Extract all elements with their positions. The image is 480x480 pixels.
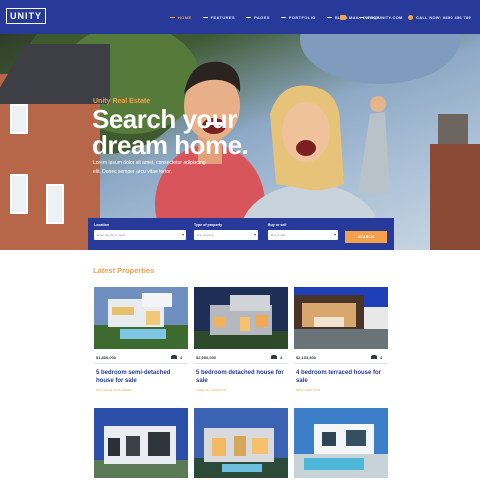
field-label: Location bbox=[94, 223, 109, 227]
select-value: Any property bbox=[197, 233, 215, 237]
field-label: Buy or sell bbox=[268, 223, 287, 227]
price: $2,103,800 bbox=[296, 355, 317, 360]
chevron-down-icon bbox=[182, 234, 184, 236]
house-window bbox=[46, 184, 64, 224]
property-photo bbox=[194, 287, 288, 349]
nav-label: PAGES bbox=[254, 14, 270, 20]
nav-dash-icon bbox=[326, 16, 332, 18]
property-meta: FOR SALE THIS WEEK bbox=[96, 388, 132, 392]
garage-icon bbox=[371, 355, 377, 359]
nav-item-pages[interactable]: PAGES bbox=[246, 12, 270, 22]
nav-label: PORTFOLIO bbox=[288, 14, 316, 20]
phone-text: CALL NOW: 0800 456 789 bbox=[416, 14, 471, 20]
property-title[interactable]: 5 bedroom detached house for sale bbox=[196, 370, 284, 385]
garage-count: 4 bbox=[180, 355, 183, 360]
hero-subtitle: Lorem ipsum dolor sit amet, consectetur … bbox=[93, 160, 206, 175]
email-text: MAIL: INFO@UNITY.COM bbox=[349, 14, 403, 20]
section-title: Latest Properties bbox=[93, 266, 155, 275]
garage-count: 4 bbox=[280, 355, 283, 360]
phone-icon bbox=[408, 14, 413, 20]
chevron-down-icon bbox=[334, 234, 336, 236]
house-window bbox=[10, 174, 28, 214]
location-field: Location Enter the city or area bbox=[94, 223, 186, 240]
chevron-down-icon bbox=[254, 234, 256, 236]
nav-label: HOME bbox=[178, 14, 192, 20]
property-photo bbox=[94, 287, 188, 349]
contact-phone[interactable]: CALL NOW: 0800 456 789 bbox=[408, 12, 471, 22]
field-label: Type of property bbox=[194, 223, 223, 227]
house-roof-image bbox=[0, 44, 110, 104]
nav-item-features[interactable]: FEATURES bbox=[202, 12, 236, 22]
garage-icon bbox=[271, 355, 277, 359]
select-value: Buy or sell bbox=[271, 233, 286, 237]
property-photo bbox=[294, 287, 388, 349]
garage-count: 4 bbox=[380, 355, 383, 360]
contact-email[interactable]: MAIL: INFO@UNITY.COM bbox=[340, 12, 403, 22]
property-photo[interactable] bbox=[294, 408, 388, 478]
divider bbox=[94, 363, 188, 364]
divider bbox=[194, 363, 288, 364]
house-window bbox=[10, 104, 28, 134]
price: $2,950,000 bbox=[196, 355, 217, 360]
logo[interactable]: UNITY bbox=[6, 8, 46, 24]
hero-title: Search your dream home. bbox=[92, 104, 249, 160]
nav-item-home[interactable]: HOME bbox=[170, 12, 192, 22]
search-button[interactable]: SEARCH bbox=[345, 231, 387, 243]
nav-item-portfolio[interactable]: PORTFOLIO bbox=[280, 12, 316, 22]
garage-icon bbox=[171, 355, 177, 359]
property-search-form: Location Enter the city or area Type of … bbox=[88, 218, 394, 250]
buy-sell-select[interactable]: Buy or sell bbox=[268, 230, 338, 240]
nav-dash-icon bbox=[170, 16, 175, 18]
location-select[interactable]: Enter the city or area bbox=[94, 230, 186, 240]
house-right-image bbox=[430, 144, 480, 250]
sky-glow bbox=[300, 34, 460, 84]
price-row: $2,103,800 4 bbox=[294, 353, 388, 361]
property-type-select[interactable]: Any property bbox=[194, 230, 258, 240]
property-photo[interactable] bbox=[94, 408, 188, 478]
property-meta: NEW ADDITION bbox=[296, 388, 321, 392]
select-value: Enter the city or area bbox=[97, 233, 125, 237]
property-title[interactable]: 5 bedroom semi-detached house for sale bbox=[96, 370, 184, 385]
price: $1,800,000 bbox=[96, 355, 117, 360]
buy-sell-field: Buy or sell Buy or sell bbox=[268, 223, 338, 240]
nav-dash-icon bbox=[280, 16, 286, 18]
property-meta: VIEW ALL PHOTOS bbox=[196, 388, 227, 392]
property-type-field: Type of property Any property bbox=[194, 223, 258, 240]
top-navbar: UNITY HOME FEATURES PAGES PORTFOLIO BLOG… bbox=[0, 0, 480, 34]
property-title[interactable]: 4 bedroom terraced house for sale bbox=[296, 370, 384, 385]
nav-dash-icon bbox=[202, 16, 208, 18]
price-row: $1,800,000 4 bbox=[94, 353, 188, 361]
property-photo[interactable] bbox=[194, 408, 288, 478]
divider bbox=[294, 363, 388, 364]
nav-dash-icon bbox=[246, 16, 252, 18]
nav-label: FEATURES bbox=[210, 14, 236, 20]
envelope-icon bbox=[340, 14, 346, 20]
price-row: $2,950,000 4 bbox=[194, 353, 288, 361]
